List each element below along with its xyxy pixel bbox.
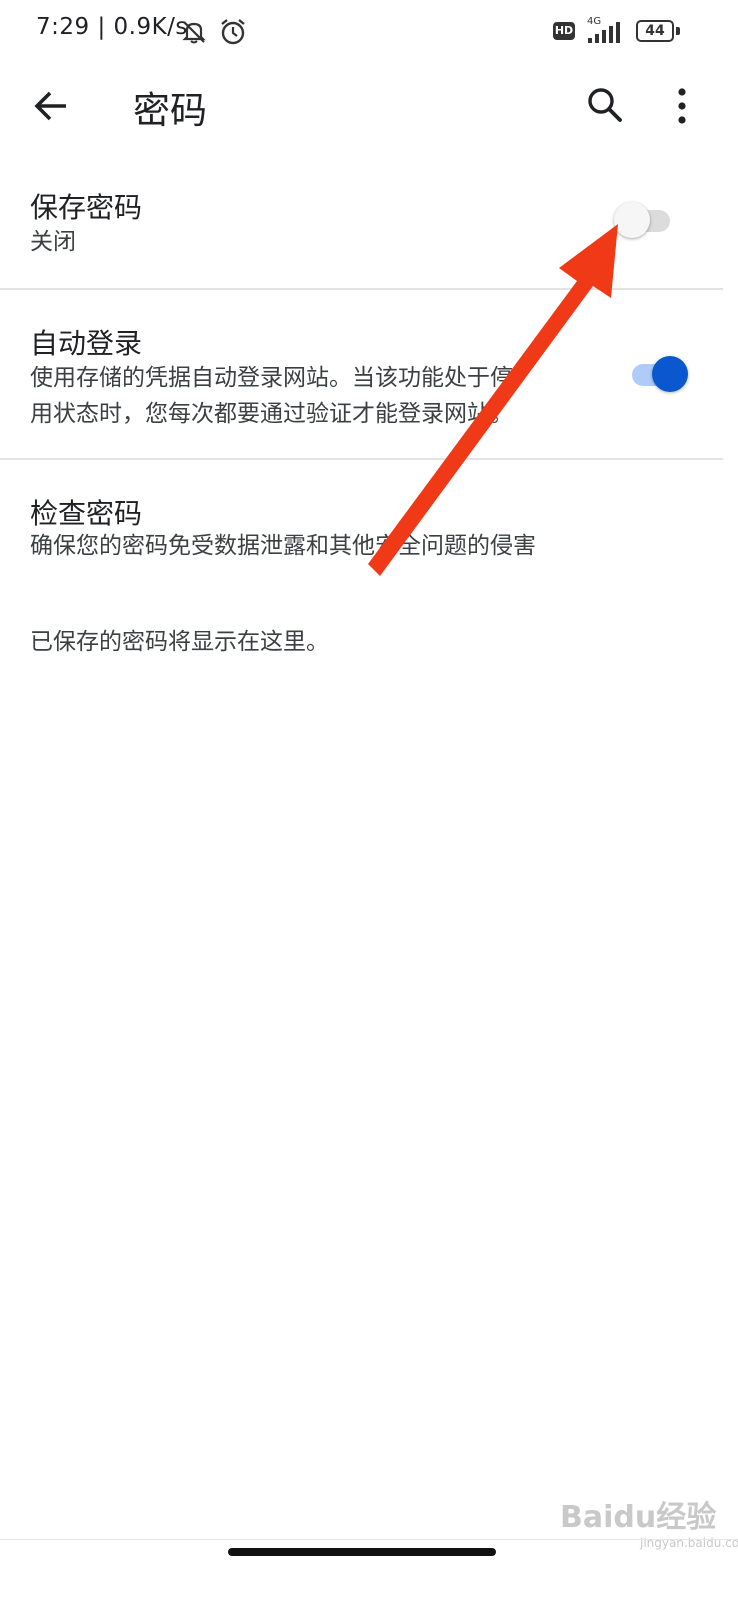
save-passwords-row[interactable]: 保存密码 关闭 (0, 172, 738, 288)
check-passwords-row[interactable]: 检查密码 确保您的密码免受数据泄露和其他安全问题的侵害 (0, 480, 738, 580)
mute-icon (180, 18, 208, 50)
app-bar: 密码 (0, 64, 738, 148)
save-passwords-summary: 关闭 (30, 229, 76, 255)
signal-icon (586, 20, 628, 48)
auto-signin-switch[interactable] (628, 354, 688, 394)
empty-state-text: 已保存的密码将显示在这里。 (30, 629, 329, 655)
alarm-icon (218, 17, 248, 51)
hd-badge: HD (553, 22, 575, 40)
battery-level: 44 (645, 23, 665, 39)
check-passwords-title: 检查密码 (30, 497, 143, 530)
home-indicator[interactable] (228, 1548, 496, 1556)
search-button[interactable] (582, 82, 628, 128)
save-passwords-title: 保存密码 (30, 191, 143, 224)
watermark-logo: Baidu经验 (560, 1500, 717, 1535)
more-options-button[interactable] (662, 82, 702, 130)
divider (0, 458, 723, 460)
check-passwords-summary: 确保您的密码免受数据泄露和其他安全问题的侵害 (30, 533, 536, 559)
status-time-speed: 7:29 | 0.9K/s (36, 14, 188, 40)
back-arrow-icon (34, 91, 66, 121)
auto-signin-row[interactable]: 自动登录 使用存储的凭据自动登录网站。当该功能处于停 用状态时，您每次都要通过验… (0, 310, 738, 458)
switch-thumb (614, 202, 650, 238)
switch-thumb (652, 356, 688, 392)
page-title: 密码 (133, 89, 207, 132)
search-icon (588, 88, 622, 122)
auto-signin-summary-line1: 使用存储的凭据自动登录网站。当该功能处于停 (30, 365, 513, 391)
auto-signin-summary-line2: 用状态时，您每次都要通过验证才能登录网站。 (30, 401, 513, 427)
back-button[interactable] (28, 82, 76, 130)
save-passwords-switch[interactable] (614, 200, 674, 240)
status-bar: 7:29 | 0.9K/s HD 4G 44 (0, 0, 738, 64)
auto-signin-title: 自动登录 (30, 327, 143, 360)
battery-tip (676, 27, 680, 35)
more-vert-icon (678, 88, 686, 124)
battery-icon: 44 (636, 20, 674, 42)
nav-divider (0, 1539, 738, 1540)
divider (0, 288, 723, 290)
